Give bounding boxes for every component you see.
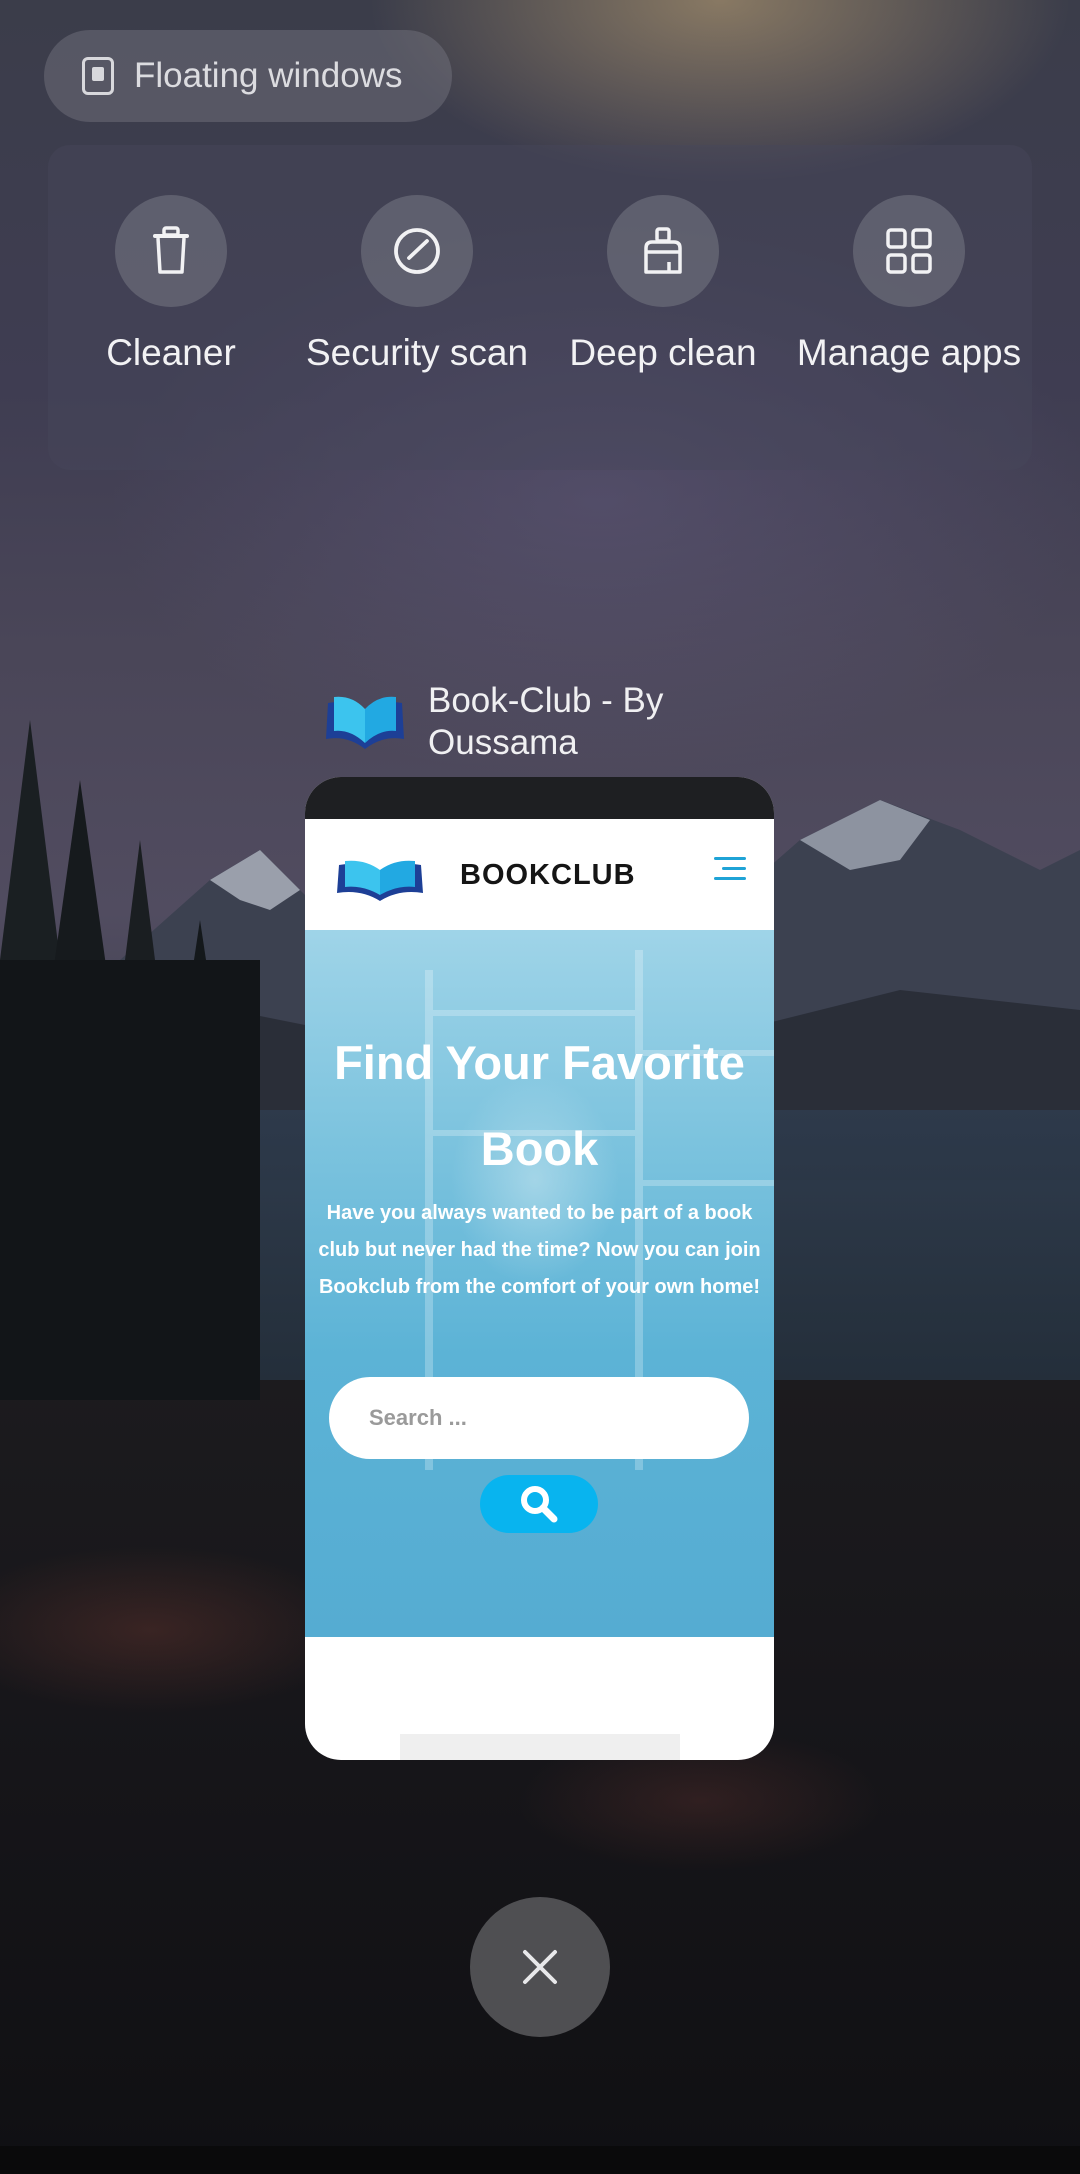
- tool-manage-apps[interactable]: Manage apps: [786, 195, 1032, 375]
- search-icon: [521, 1486, 558, 1523]
- app-brand: BOOKCLUB: [460, 859, 636, 891]
- deep-clean-icon: [607, 195, 719, 307]
- book-icon: [326, 696, 404, 749]
- trash-icon: [115, 195, 227, 307]
- quick-tools-panel: Cleaner Security scan Deep clean Manage …: [48, 145, 1032, 470]
- hero-title: Find Your Favorite Book: [334, 1036, 745, 1175]
- tool-cleaner[interactable]: Cleaner: [48, 195, 294, 375]
- recent-app-title: Book-Club - By Oussama: [428, 681, 664, 762]
- hero-section: Find Your Favorite Book Have you always …: [305, 930, 774, 1637]
- bookclub-logo-icon: [337, 860, 423, 901]
- close-all-button[interactable]: [470, 1897, 610, 2037]
- tool-security-scan[interactable]: Security scan: [294, 195, 540, 375]
- grid-apps-icon: [853, 195, 965, 307]
- tool-deep-clean[interactable]: Deep clean: [540, 195, 786, 375]
- app-footer-strip: [400, 1734, 680, 1760]
- recent-app-header[interactable]: Book-Club - By Oussama: [322, 680, 688, 764]
- app-status-bar: [305, 777, 774, 819]
- close-icon: [523, 1950, 557, 1984]
- floating-windows-button[interactable]: Floating windows: [44, 30, 452, 122]
- navigation-bar: [0, 2146, 1080, 2174]
- recent-app-card[interactable]: BOOKCLUB Find Your Favorite Book Have yo…: [305, 777, 774, 1760]
- floating-windows-label: Floating windows: [134, 56, 403, 95]
- menu-icon[interactable]: [714, 857, 746, 883]
- tool-label: Cleaner: [106, 332, 236, 373]
- tool-label: Deep clean: [569, 332, 757, 373]
- app-navbar: BOOKCLUB: [305, 819, 774, 930]
- floating-window-icon: [82, 57, 114, 95]
- search-input[interactable]: Search ...: [329, 1377, 749, 1459]
- tool-label: Security scan: [305, 332, 529, 373]
- tool-label: Manage apps: [796, 332, 1022, 373]
- hero-description: Have you always wanted to be part of a b…: [318, 1202, 761, 1298]
- security-scan-icon: [361, 195, 473, 307]
- search-button[interactable]: [480, 1475, 598, 1533]
- background-trees: [0, 720, 260, 1400]
